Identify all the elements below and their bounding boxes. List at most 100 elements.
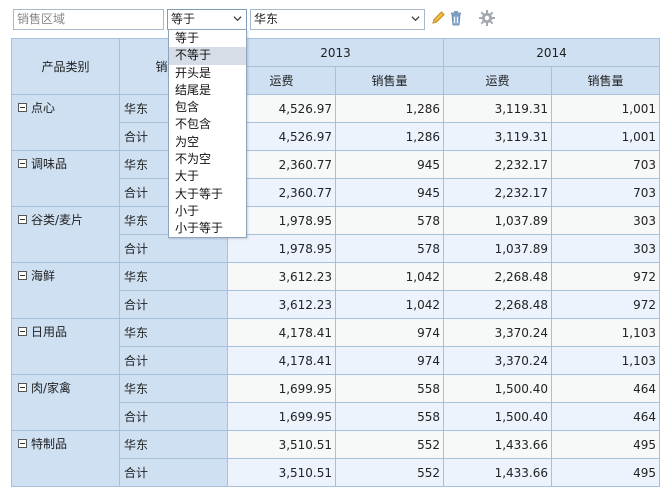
header-category[interactable]: 产品类别	[11, 38, 120, 95]
operator-option[interactable]: 不包含	[169, 116, 246, 133]
collapse-icon[interactable]	[18, 215, 27, 224]
value-cell: 3,510.51	[227, 430, 336, 459]
value-cell: 303	[551, 206, 660, 235]
operator-option[interactable]: 为空	[169, 134, 246, 151]
operator-option[interactable]: 大于	[169, 168, 246, 185]
trash-icon[interactable]	[447, 9, 465, 27]
value-cell: 495	[551, 430, 660, 459]
chevron-down-icon	[411, 16, 420, 22]
value-cell: 1,978.95	[227, 234, 336, 263]
category-cell: 海鲜	[11, 262, 120, 319]
header-year-2014[interactable]: 2014	[443, 38, 660, 67]
gear-icon[interactable]	[478, 9, 496, 27]
operator-option[interactable]: 小于等于	[169, 220, 246, 237]
value-cell: 1,001	[551, 94, 660, 123]
value-cell: 1,500.40	[443, 374, 552, 403]
header-year-2013[interactable]: 2013	[227, 38, 444, 67]
region-cell: 合计	[119, 458, 228, 487]
collapse-icon[interactable]	[18, 271, 27, 280]
region-cell: 华东	[119, 318, 228, 347]
value-cell: 1,103	[551, 346, 660, 375]
value-cell: 552	[335, 430, 444, 459]
value-cell: 2,232.17	[443, 150, 552, 179]
collapse-icon[interactable]	[18, 383, 27, 392]
operator-option[interactable]: 不等于	[169, 47, 246, 65]
region-cell: 合计	[119, 402, 228, 431]
collapse-icon[interactable]	[18, 327, 27, 336]
value-cell: 945	[335, 150, 444, 179]
operator-dropdown-list: 等于 不等于 开头是 结尾是 包含 不包含 为空 不为空 大于 大于等于 小于 小于等于	[168, 29, 247, 238]
operator-value: 等于	[171, 12, 196, 26]
value-cell: 974	[335, 346, 444, 375]
value-cell: 4,178.41	[227, 318, 336, 347]
category-cell: 特制品	[11, 430, 120, 487]
category-cell: 点心	[11, 94, 120, 151]
region-cell: 华东	[119, 430, 228, 459]
header-measure-quantity[interactable]: 销售量	[335, 66, 444, 95]
category-cell: 肉/家禽	[11, 374, 120, 431]
category-label: 日用品	[31, 325, 68, 339]
operator-option[interactable]: 开头是	[169, 65, 246, 82]
value-cell: 1,500.40	[443, 402, 552, 431]
value-cell: 2,268.48	[443, 290, 552, 319]
value-cell: 495	[551, 458, 660, 487]
category-cell: 日用品	[11, 318, 120, 375]
value-cell: 972	[551, 262, 660, 291]
operator-option[interactable]: 大于等于	[169, 186, 246, 203]
operator-select[interactable]: 等于	[167, 9, 247, 30]
value-cell: 3,370.24	[443, 318, 552, 347]
category-cell: 谷类/麦片	[11, 206, 120, 263]
value-cell: 1,037.89	[443, 206, 552, 235]
value-cell: 552	[335, 458, 444, 487]
region-cell: 华东	[119, 374, 228, 403]
filter-toolbar: 销售区域 等于 华东	[0, 0, 671, 38]
value-cell: 3,612.23	[227, 262, 336, 291]
value-cell: 558	[335, 374, 444, 403]
header-measure-freight[interactable]: 运费	[443, 66, 552, 95]
category-label: 海鲜	[31, 269, 56, 283]
operator-option[interactable]: 等于	[169, 30, 246, 47]
operator-option[interactable]: 小于	[169, 203, 246, 220]
operator-option[interactable]: 包含	[169, 99, 246, 116]
value-cell: 974	[335, 318, 444, 347]
value-cell: 464	[551, 402, 660, 431]
operator-option[interactable]: 不为空	[169, 151, 246, 168]
table-row: 特制品 华东 3,510.51 552 1,433.66 495	[11, 430, 660, 487]
pencil-icon[interactable]	[429, 9, 447, 27]
value-cell: 1,699.95	[227, 374, 336, 403]
pivot-table: 产品类别 销售区 2013 2014 运费 销售量 运费 销售量 点心华东4,5…	[11, 38, 660, 487]
value-cell: 3,119.31	[443, 122, 552, 151]
collapse-icon[interactable]	[18, 103, 27, 112]
collapse-icon[interactable]	[18, 439, 27, 448]
value-cell: 945	[335, 178, 444, 207]
value-cell: 1,042	[335, 290, 444, 319]
value-cell: 3,370.24	[443, 346, 552, 375]
chevron-down-icon	[233, 16, 242, 22]
value-cell: 703	[551, 178, 660, 207]
category-label: 肉/家禽	[31, 381, 72, 395]
region-cell: 合计	[119, 346, 228, 375]
value-cell: 1,286	[335, 122, 444, 151]
region-cell: 合计	[119, 234, 228, 263]
region-cell: 合计	[119, 290, 228, 319]
category-label: 谷类/麦片	[31, 213, 84, 227]
value-cell: 1,433.66	[443, 430, 552, 459]
field-input[interactable]: 销售区域	[13, 9, 164, 30]
table-row: 调味品 华东 2,360.77 945 2,232.17 703	[11, 150, 660, 207]
category-label: 点心	[31, 101, 56, 115]
table-row: 肉/家禽 华东 1,699.95 558 1,500.40 464	[11, 374, 660, 431]
value-cell: 578	[335, 234, 444, 263]
value-cell: 303	[551, 234, 660, 263]
header-measure-quantity[interactable]: 销售量	[551, 66, 660, 95]
value-cell: 1,042	[335, 262, 444, 291]
value-select[interactable]: 华东	[250, 9, 425, 30]
value-selected: 华东	[254, 12, 279, 26]
value-cell: 3,612.23	[227, 290, 336, 319]
value-cell: 578	[335, 206, 444, 235]
collapse-icon[interactable]	[18, 159, 27, 168]
table-row: 点心 华东 4,526.97 1,286 3,119.31 1,001	[11, 94, 660, 151]
category-label: 特制品	[31, 437, 68, 451]
value-cell: 1,433.66	[443, 458, 552, 487]
operator-option[interactable]: 结尾是	[169, 82, 246, 99]
value-cell: 558	[335, 402, 444, 431]
